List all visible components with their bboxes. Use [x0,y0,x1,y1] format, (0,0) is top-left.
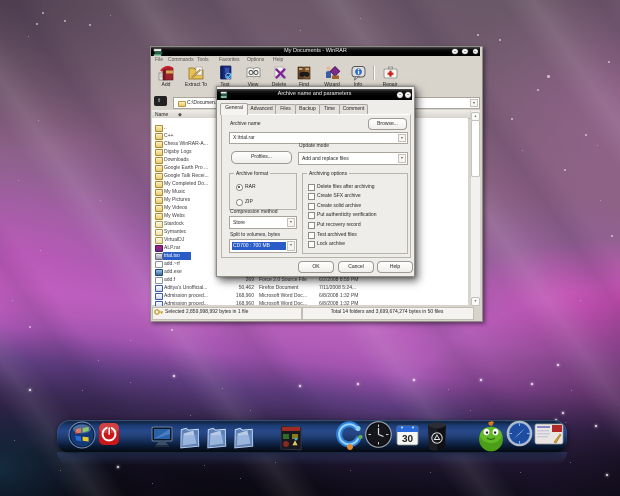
svg-text:30: 30 [402,434,414,445]
